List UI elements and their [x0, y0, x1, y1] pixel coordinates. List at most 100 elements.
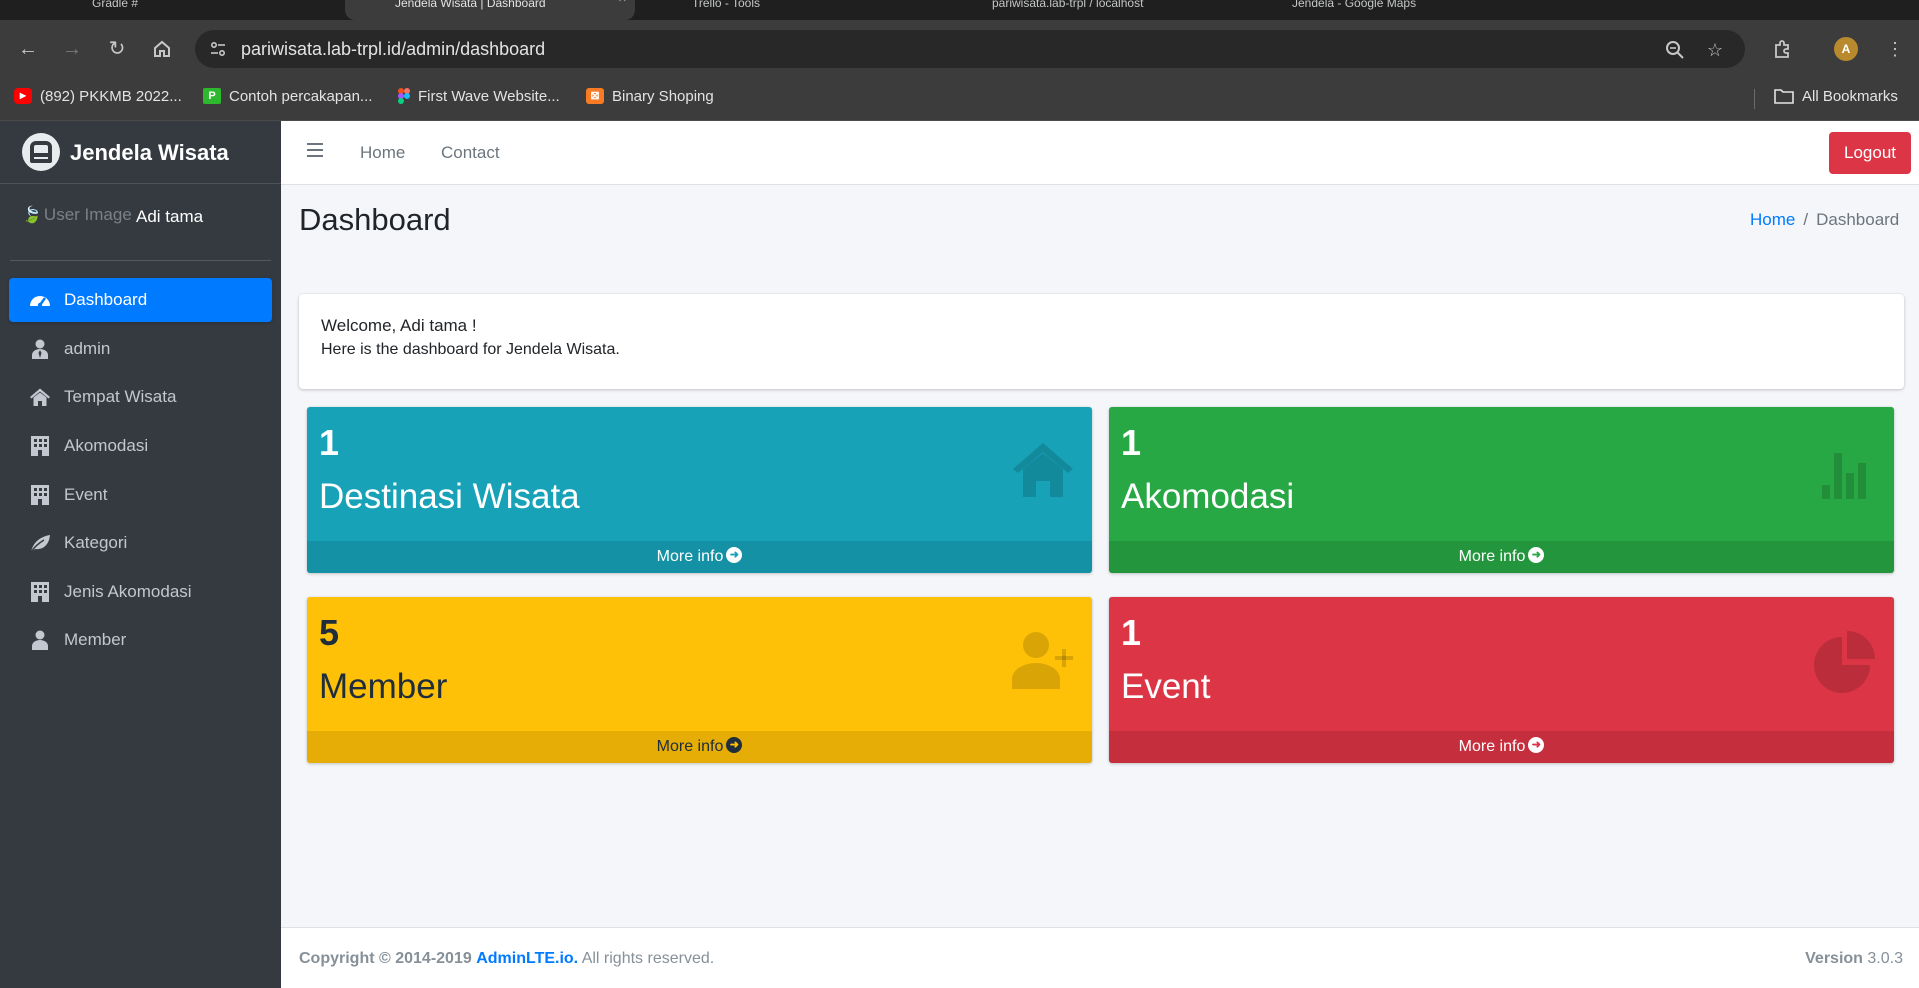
browser-toolbar: ← → ↻ pariwisata.lab-trpl.id/admin/dashb… [0, 20, 1919, 79]
profile-avatar[interactable]: A [1834, 37, 1858, 61]
reload-icon[interactable]: ↻ [103, 35, 131, 63]
arrow-circle-right-icon: ➜ [1528, 546, 1545, 563]
nav-link-home[interactable]: Home [360, 121, 405, 185]
rights-text: All rights reserved. [581, 950, 715, 967]
bookmark-label: First Wave Website... [418, 88, 560, 105]
hamburger-menu-icon[interactable] [307, 143, 323, 157]
sidebar-item-member[interactable]: Member [9, 618, 272, 662]
browser-tab[interactable]: pariwisata.lab-trpl / localhost [940, 0, 1235, 20]
user-avatar-broken-image: 🍃 User Image [22, 204, 132, 226]
zoom-icon[interactable] [1663, 38, 1687, 62]
youtube-icon: ▶ [14, 88, 32, 105]
tab-title: pariwisata.lab-trpl / localhost [992, 0, 1144, 10]
stat-box-member: 5 Member More info ➜ [307, 597, 1092, 763]
bookmark-item[interactable]: ▶ (892) PKKMB 2022... [14, 79, 182, 121]
bookmark-label: (892) PKKMB 2022... [40, 88, 182, 105]
copyright-text: Copyright © 2014-2019 AdminLTE.io. All r… [299, 928, 714, 988]
sidebar-item-dashboard[interactable]: Dashboard [9, 278, 272, 322]
main-footer: Copyright © 2014-2019 AdminLTE.io. All r… [281, 927, 1919, 988]
bookmark-label: Binary Shoping [612, 88, 714, 105]
logout-button[interactable]: Logout [1829, 132, 1911, 174]
bookmarks-divider [1754, 89, 1755, 109]
welcome-card: Welcome, Adi tama ! Here is the dashboar… [299, 294, 1904, 389]
stat-label: Destinasi Wisata [319, 477, 580, 516]
stat-count: 1 [319, 422, 340, 463]
nav-link-contact[interactable]: Contact [441, 121, 500, 185]
tab-title: Trello - Tools [692, 0, 761, 10]
adminlte-link[interactable]: AdminLTE.io. [476, 950, 578, 967]
sidebar-item-event[interactable]: Event [9, 473, 272, 517]
more-info-label: More info [656, 548, 724, 565]
bookmark-label: Contoh percakapan... [229, 88, 373, 105]
browser-tab[interactable]: Gradle # [40, 0, 340, 20]
version-label: Version [1805, 950, 1863, 967]
sidebar-item-admin[interactable]: admin [9, 327, 272, 371]
breadcrumb-separator: / [1803, 210, 1809, 229]
bookmark-item[interactable]: ⊠ Binary Shoping [586, 79, 714, 121]
address-bar[interactable]: pariwisata.lab-trpl.id/admin/dashboard ☆ [195, 30, 1745, 68]
folder-icon [1774, 88, 1794, 104]
bar-chart-icon [1822, 453, 1866, 499]
tachometer-icon [30, 296, 50, 308]
sidebar-item-tempat-wisata[interactable]: Tempat Wisata [9, 375, 272, 419]
sidebar-item-label: Akomodasi [64, 436, 149, 455]
all-bookmarks-label: All Bookmarks [1802, 88, 1898, 105]
bookmark-star-icon[interactable]: ☆ [1703, 38, 1727, 62]
figma-icon [398, 88, 410, 105]
building-icon [31, 436, 49, 456]
sidebar-item-label: admin [64, 339, 111, 358]
sidebar-item-label: Dashboard [64, 290, 148, 309]
arrow-circle-right-icon: ➜ [726, 546, 743, 563]
more-info-link[interactable]: More info ➜ [307, 731, 1092, 763]
more-info-label: More info [656, 738, 724, 755]
all-bookmarks-button[interactable]: All Bookmarks [1774, 79, 1898, 121]
user-name[interactable]: Adi tama [136, 202, 203, 232]
sidebar-item-label: Jenis Akomodasi [64, 582, 192, 601]
tab-title: Gradle # [92, 0, 139, 10]
building-icon [31, 582, 49, 602]
xampp-icon: ⊠ [586, 88, 604, 105]
home-icon [1013, 443, 1073, 497]
brand-text: Jendela Wisata [70, 140, 229, 165]
breadcrumb-home-link[interactable]: Home [1750, 210, 1795, 229]
user-tie-icon [32, 339, 48, 359]
bookmark-item[interactable]: First Wave Website... [398, 79, 560, 121]
sidebar-item-label: Event [64, 485, 108, 504]
brand-logo-icon [22, 133, 60, 171]
extensions-icon[interactable] [1768, 35, 1796, 63]
main-sidebar: Jendela Wisata 🍃 User Image Adi tama Dash… [0, 121, 281, 988]
arrow-circle-right-icon: ➜ [1528, 736, 1545, 753]
site-info-icon[interactable] [209, 40, 227, 58]
forward-arrow-icon[interactable]: → [58, 35, 86, 63]
stat-label: Event [1121, 667, 1211, 706]
kebab-menu-icon[interactable]: ⋮ [1881, 35, 1909, 63]
tab-search-button[interactable] [0, 0, 24, 20]
browser-tab[interactable]: Jendela - Google Maps [1240, 0, 1540, 20]
brand-link[interactable]: Jendela Wisata [0, 121, 281, 184]
close-icon[interactable]: ✕ [618, 0, 627, 5]
sidebar-item-akomodasi[interactable]: Akomodasi [9, 424, 272, 468]
more-info-link[interactable]: More info ➜ [1109, 731, 1894, 763]
browser-tab-active[interactable]: Jendela Wisata | Dashboard ✕ [345, 0, 635, 20]
more-info-link[interactable]: More info ➜ [307, 541, 1092, 573]
user-panel: 🍃 User Image Adi tama [10, 184, 271, 261]
version-info: Version 3.0.3 [1805, 928, 1903, 988]
stat-box-destinasi-wisata: 1 Destinasi Wisata More info ➜ [307, 407, 1092, 573]
url-text[interactable]: pariwisata.lab-trpl.id/admin/dashboard [241, 30, 545, 68]
tab-title: Jendela - Google Maps [1292, 0, 1417, 10]
home-icon[interactable] [148, 35, 176, 63]
breadcrumb-current: Dashboard [1816, 210, 1900, 229]
more-info-link[interactable]: More info ➜ [1109, 541, 1894, 573]
sidebar-item-kategori[interactable]: Kategori [9, 521, 272, 565]
more-info-label: More info [1458, 548, 1526, 565]
browser-tab[interactable]: Trello - Tools [640, 0, 935, 20]
leaf-icon [30, 535, 50, 553]
back-arrow-icon[interactable]: ← [14, 35, 42, 63]
more-info-label: More info [1458, 738, 1526, 755]
p-app-icon: P [203, 88, 221, 105]
version-value: 3.0.3 [1867, 950, 1903, 967]
page-title: Dashboard [299, 202, 451, 237]
bookmark-item[interactable]: P Contoh percakapan... [203, 79, 372, 121]
broken-image-icon: 🍃 [22, 207, 42, 224]
sidebar-item-jenis-akomodasi[interactable]: Jenis Akomodasi [9, 570, 272, 614]
